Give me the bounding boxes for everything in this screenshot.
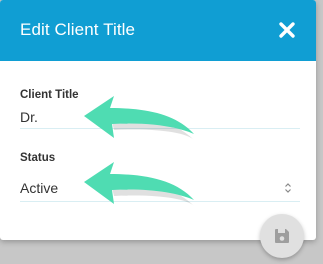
status-value: Active — [20, 180, 59, 196]
annotation-arrow-icon — [84, 162, 194, 206]
client-title-value: Dr. — [20, 109, 38, 125]
status-label: Status — [20, 152, 56, 164]
select-updown-icon — [284, 181, 292, 193]
dialog-title: Edit Client Title — [20, 20, 136, 39]
close-button[interactable] — [276, 19, 298, 41]
close-icon — [279, 22, 295, 38]
annotation-arrow-icon — [84, 96, 194, 140]
save-button[interactable] — [260, 214, 304, 258]
dialog-header: Edit Client Title — [0, 0, 316, 61]
save-icon — [275, 229, 289, 243]
client-title-label: Client Title — [20, 89, 79, 101]
edit-client-title-dialog: Edit Client Title Client Title Dr. Statu… — [0, 0, 316, 240]
